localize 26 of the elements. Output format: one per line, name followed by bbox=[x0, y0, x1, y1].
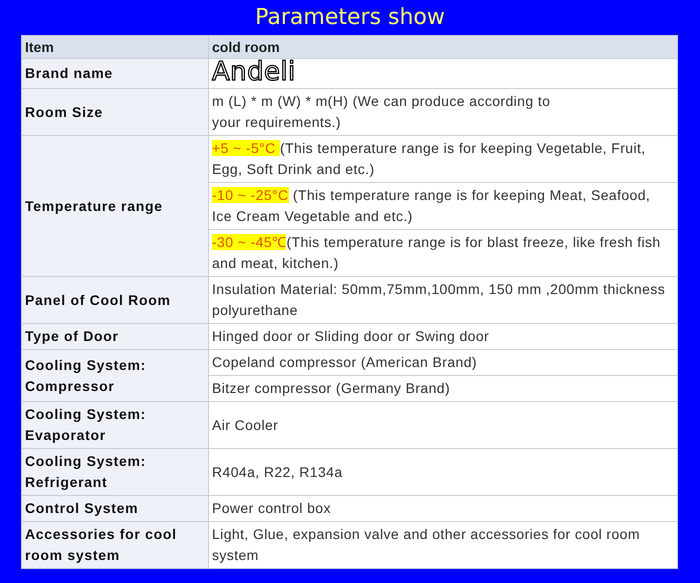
row-label: Temperature range bbox=[22, 136, 208, 276]
table-cell: Light, Glue, expansion valve and other accessories for cool room system bbox=[208, 522, 678, 568]
row-label: Room Size bbox=[22, 88, 208, 136]
column-header: Item bbox=[22, 36, 208, 58]
table-cell: -30 ~ -45℃(This temperature range is for blast freeze, like fresh fish and meat, kitchen.) bbox=[208, 230, 678, 276]
column-header: cold room bbox=[208, 36, 678, 58]
table-cell: +5 ~ -5°C (This temperature range is for keeping Vegetable, Fruit, Egg, Soft Drink and etc.) bbox=[208, 136, 678, 182]
row-label: Cooling System: Refrigerant bbox=[22, 448, 208, 496]
row-label: Accessories for cool room system bbox=[22, 522, 208, 568]
table-cell: Air Cooler bbox=[208, 402, 678, 448]
row-label: Type of Door bbox=[22, 324, 208, 350]
row-label: Brand name bbox=[22, 58, 208, 88]
table-cell: Hinged door or Sliding door or Swing door bbox=[208, 324, 678, 350]
row-label: Panel of Cool Room bbox=[22, 276, 208, 324]
table-cell: R404a, R22, R134a bbox=[208, 448, 678, 496]
brand-logo: Andeli bbox=[212, 61, 296, 83]
row-label: Cooling System: Evaporator bbox=[22, 402, 208, 448]
table-cell: Insulation Material: 50mm,75mm,100mm, 150 mm ,200mm thickness polyurethane bbox=[208, 276, 678, 324]
table-cell: Power control box bbox=[208, 496, 678, 522]
table-cell: Copeland compressor (American Brand) bbox=[208, 350, 678, 376]
page-title: Parameters show bbox=[255, 5, 445, 30]
table-cell: -10 ~ -25°C (This temperature range is for keeping Meat, Seafood, Ice Cream Vegetable and etc.) bbox=[208, 182, 678, 230]
row-label: Control System bbox=[22, 496, 208, 522]
row-label: Cooling System: Compressor bbox=[22, 350, 208, 402]
table-cell: m (L) * m (W) * m(H) (We can produce according to your requirements.) bbox=[208, 88, 678, 136]
table-cell: Bitzer compressor (Germany Brand) bbox=[208, 376, 678, 402]
